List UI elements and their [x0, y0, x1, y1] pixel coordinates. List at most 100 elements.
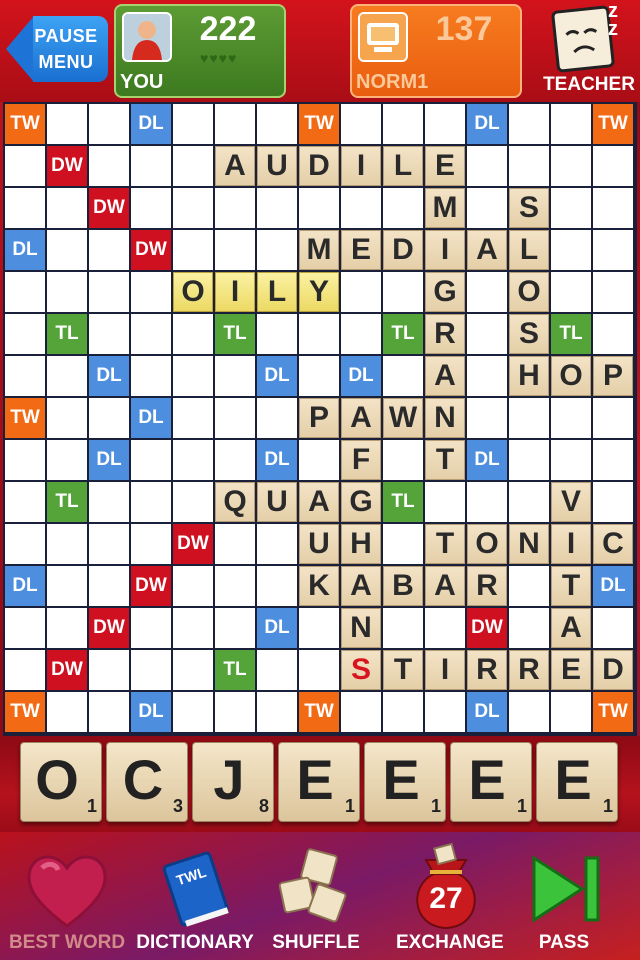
empty-square[interactable]	[299, 608, 339, 648]
empty-square[interactable]	[509, 398, 549, 438]
empty-square[interactable]	[551, 188, 591, 228]
empty-square[interactable]	[257, 104, 297, 144]
empty-square[interactable]	[173, 398, 213, 438]
empty-square[interactable]	[5, 650, 45, 690]
game-board[interactable]: TW DL TW DL TW DW A U D I L E DW M S DL DW M E D I A L O I L Y G O TL…	[3, 102, 637, 736]
empty-square[interactable]	[89, 524, 129, 564]
rack-tile[interactable]: E1	[536, 742, 618, 822]
board-tile[interactable]: I	[551, 524, 591, 564]
empty-square[interactable]	[5, 272, 45, 312]
board-tile[interactable]: Y	[299, 272, 339, 312]
empty-square[interactable]	[131, 650, 171, 690]
board-tile[interactable]: A	[341, 398, 381, 438]
empty-square[interactable]	[551, 272, 591, 312]
empty-square[interactable]	[5, 608, 45, 648]
premium-square-dl[interactable]: DL	[5, 566, 45, 606]
premium-square-dl[interactable]: DL	[89, 356, 129, 396]
empty-square[interactable]	[467, 272, 507, 312]
empty-square[interactable]	[215, 566, 255, 606]
empty-square[interactable]	[89, 314, 129, 354]
board-tile[interactable]: A	[551, 608, 591, 648]
empty-square[interactable]	[89, 104, 129, 144]
board-tile[interactable]: Q	[215, 482, 255, 522]
empty-square[interactable]	[47, 188, 87, 228]
empty-square[interactable]	[89, 482, 129, 522]
empty-square[interactable]	[299, 188, 339, 228]
empty-square[interactable]	[383, 608, 423, 648]
board-tile[interactable]: U	[257, 146, 297, 186]
empty-square[interactable]	[5, 356, 45, 396]
empty-square[interactable]	[89, 692, 129, 732]
premium-square-dw[interactable]: DW	[467, 608, 507, 648]
board-tile[interactable]: M	[299, 230, 339, 270]
board-tile[interactable]: V	[551, 482, 591, 522]
board-tile[interactable]: T	[425, 440, 465, 480]
premium-square-tw[interactable]: TW	[299, 104, 339, 144]
board-tile[interactable]: A	[299, 482, 339, 522]
empty-square[interactable]	[383, 692, 423, 732]
empty-square[interactable]	[131, 272, 171, 312]
empty-square[interactable]	[467, 482, 507, 522]
rack-tile[interactable]: O1	[20, 742, 102, 822]
empty-square[interactable]	[299, 440, 339, 480]
premium-square-dw[interactable]: DW	[173, 524, 213, 564]
board-tile[interactable]: R	[467, 650, 507, 690]
empty-square[interactable]	[257, 314, 297, 354]
empty-square[interactable]	[47, 104, 87, 144]
empty-square[interactable]	[89, 146, 129, 186]
empty-square[interactable]	[551, 398, 591, 438]
empty-square[interactable]	[47, 440, 87, 480]
empty-square[interactable]	[509, 440, 549, 480]
rack-tile[interactable]: E1	[278, 742, 360, 822]
empty-square[interactable]	[593, 146, 633, 186]
empty-square[interactable]	[593, 608, 633, 648]
board-tile[interactable]: S	[509, 314, 549, 354]
board-tile[interactable]: I	[341, 146, 381, 186]
board-tile[interactable]: R	[425, 314, 465, 354]
empty-square[interactable]	[173, 146, 213, 186]
pause-menu-button[interactable]: PAUSE MENU	[6, 16, 108, 82]
empty-square[interactable]	[383, 356, 423, 396]
empty-square[interactable]	[467, 314, 507, 354]
board-tile[interactable]: D	[383, 230, 423, 270]
empty-square[interactable]	[215, 440, 255, 480]
premium-square-dl[interactable]: DL	[257, 356, 297, 396]
premium-square-tw[interactable]: TW	[5, 398, 45, 438]
board-tile[interactable]: O	[551, 356, 591, 396]
premium-square-tl[interactable]: TL	[383, 314, 423, 354]
empty-square[interactable]	[257, 650, 297, 690]
empty-square[interactable]	[299, 650, 339, 690]
empty-square[interactable]	[509, 566, 549, 606]
empty-square[interactable]	[593, 314, 633, 354]
empty-square[interactable]	[425, 482, 465, 522]
empty-square[interactable]	[257, 188, 297, 228]
empty-square[interactable]	[593, 188, 633, 228]
empty-square[interactable]	[5, 482, 45, 522]
empty-square[interactable]	[341, 314, 381, 354]
empty-square[interactable]	[341, 188, 381, 228]
empty-square[interactable]	[551, 692, 591, 732]
empty-square[interactable]	[551, 146, 591, 186]
premium-square-tl[interactable]: TL	[215, 314, 255, 354]
empty-square[interactable]	[593, 398, 633, 438]
premium-square-tl[interactable]: TL	[551, 314, 591, 354]
empty-square[interactable]	[215, 524, 255, 564]
empty-square[interactable]	[5, 314, 45, 354]
empty-square[interactable]	[299, 356, 339, 396]
premium-square-dl[interactable]: DL	[467, 104, 507, 144]
empty-square[interactable]	[509, 692, 549, 732]
empty-square[interactable]	[299, 314, 339, 354]
board-tile[interactable]: L	[383, 146, 423, 186]
empty-square[interactable]	[215, 188, 255, 228]
empty-square[interactable]	[257, 230, 297, 270]
empty-square[interactable]	[383, 104, 423, 144]
board-tile[interactable]: A	[215, 146, 255, 186]
empty-square[interactable]	[383, 188, 423, 228]
empty-square[interactable]	[551, 440, 591, 480]
empty-square[interactable]	[173, 692, 213, 732]
board-tile[interactable]: E	[341, 230, 381, 270]
rack-tile[interactable]: E1	[450, 742, 532, 822]
empty-square[interactable]	[89, 272, 129, 312]
board-tile[interactable]: R	[509, 650, 549, 690]
board-tile[interactable]: L	[257, 272, 297, 312]
